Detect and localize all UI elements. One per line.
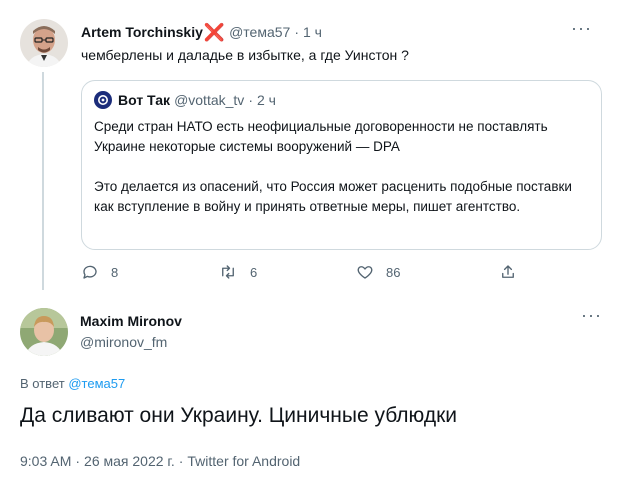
tweet2-meta: 9:03 AM · 26 мая 2022 г. · Twitter for Andro… — [20, 453, 300, 469]
vottak-avatar[interactable] — [94, 91, 112, 109]
tweet1-header: Artem Torchinskiy ❌ @тема57 · 1 ч — [81, 22, 322, 42]
quoted-tweet-card[interactable]: Вот Так @vottak_tv · 2 ч Среди стран НАТ… — [81, 80, 602, 250]
tweet1-separator: · — [294, 24, 299, 40]
tweet2-time[interactable]: 9:03 AM — [20, 453, 71, 469]
quoted-handle[interactable]: @vottak_tv — [174, 92, 244, 108]
quoted-paragraph-2: Это делается из опасений, что Россия мож… — [94, 179, 572, 214]
retweet-count: 6 — [250, 264, 258, 280]
maxim-avatar[interactable] — [20, 308, 68, 356]
quoted-separator: · — [248, 92, 253, 108]
quoted-tweet-header: Вот Так @vottak_tv · 2 ч — [94, 91, 276, 109]
like-count: 86 — [386, 264, 401, 280]
share-button[interactable] — [499, 262, 529, 282]
tweet1-handle[interactable]: @тема57 — [229, 24, 290, 40]
reply-icon — [83, 265, 97, 279]
replying-to-line: В ответ @тема57 — [20, 376, 125, 391]
tweet1-author-name[interactable]: Artem Torchinskiy — [81, 24, 203, 40]
tweet2-author-name[interactable]: Maxim Mironov — [80, 313, 182, 329]
tweet2-text: Да сливают они Украину. Циничные ублюдки — [20, 404, 458, 427]
share-icon — [502, 265, 514, 278]
quoted-author-name[interactable]: Вот Так — [118, 92, 170, 108]
like-button[interactable]: 86 — [356, 262, 400, 282]
quoted-tweet-body: Среди стран НАТО есть неофициальные дого… — [94, 117, 592, 217]
meta-separator-2: · — [178, 453, 184, 469]
quoted-time[interactable]: 2 ч — [257, 92, 276, 108]
reply-prefix: В ответ — [20, 376, 65, 391]
tweet1-text: чемберлены и даладье в избытке, а где Уи… — [81, 47, 409, 63]
heart-icon — [357, 266, 373, 279]
tweet2-handle[interactable]: @mironov_fm — [80, 334, 167, 350]
retweet-icon — [222, 265, 234, 279]
tweet2-source[interactable]: Twitter for Android — [187, 453, 300, 469]
reply-count: 8 — [111, 264, 119, 280]
meta-separator-1: · — [75, 453, 81, 469]
reply-to-handle-link[interactable]: @тема57 — [68, 376, 125, 391]
reply-button[interactable]: 8 — [81, 262, 118, 282]
quoted-paragraph-1: Среди стран НАТО есть неофициальные дого… — [94, 119, 548, 154]
thread-connector-line — [42, 72, 44, 290]
tweet1-time[interactable]: 1 ч — [303, 24, 322, 40]
artem-avatar[interactable] — [20, 19, 68, 67]
retweet-button[interactable]: 6 — [218, 262, 257, 282]
tweet1-more-icon[interactable]: ··· — [571, 18, 592, 39]
tweet2-date[interactable]: 26 мая 2022 г. — [84, 453, 175, 469]
tweet2-more-icon[interactable]: ··· — [581, 305, 602, 326]
red-x-badge-icon: ❌ — [203, 22, 226, 42]
